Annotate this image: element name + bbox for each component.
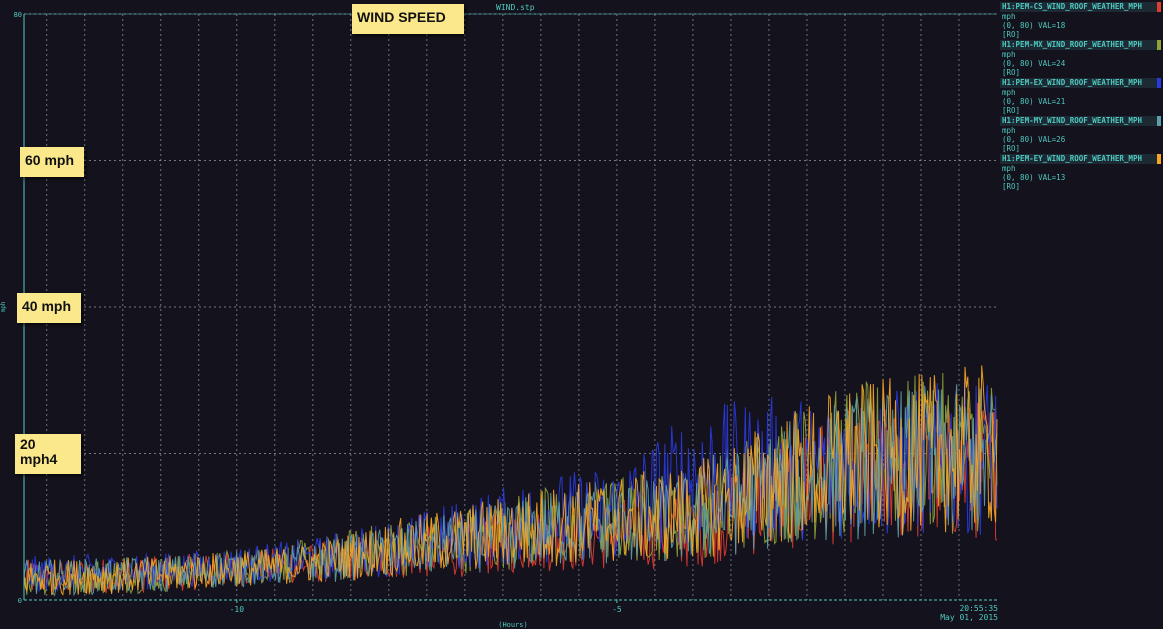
legend-range-value: (0, 80) VAL=26: [1002, 135, 1066, 144]
legend-range-value: (0, 80) VAL=18: [1002, 21, 1066, 30]
legend-item[interactable]: H1:PEM-CS_WIND_ROOF_WEATHER_MPH mph (0, 80…: [1000, 2, 1161, 39]
x-tick-label: -5: [612, 605, 622, 614]
sticky-note-40-mph: 40 mph: [17, 293, 81, 323]
sticky-note-title: WIND SPEED: [352, 4, 464, 34]
legend-range-value: (0, 80) VAL=24: [1002, 59, 1066, 68]
legend-units: mph: [1002, 126, 1016, 135]
legend-item[interactable]: H1:PEM-EY_WIND_ROOF_WEATHER_MPH mph (0, 80…: [1000, 154, 1161, 191]
x-tick-label: -10: [230, 605, 245, 614]
chart-window: 0 80 -10 -5 (Hours) mph WIND.stp 20:55:35 May…: [0, 0, 1163, 629]
y-tick-label: 80: [14, 11, 22, 19]
legend-range-value: (0, 80) VAL=13: [1002, 173, 1066, 182]
legend-flag: [RO]: [1002, 144, 1021, 153]
sticky-note-title-text: WIND SPEED: [357, 9, 446, 25]
sticky-note-20-mph: 20 mph4: [15, 434, 81, 474]
sticky-note-20-mph-text: 20 mph4: [20, 436, 58, 467]
legend-channel-name: H1:PEM-EX_WIND_ROOF_WEATHER_MPH: [1000, 78, 1161, 88]
x-axis-label: (Hours): [498, 621, 528, 629]
channel-legend: H1:PEM-CS_WIND_ROOF_WEATHER_MPH mph (0, 80…: [1000, 2, 1161, 192]
time-readout-date: May 01, 2015: [940, 613, 998, 622]
time-readout: 20:55:35 May 01, 2015: [930, 604, 998, 622]
legend-flag: [RO]: [1002, 106, 1021, 115]
time-readout-time: 20:55:35: [959, 604, 998, 613]
sticky-note-60-mph: 60 mph: [20, 147, 84, 177]
legend-item[interactable]: H1:PEM-EX_WIND_ROOF_WEATHER_MPH mph (0, 80…: [1000, 78, 1161, 115]
legend-units: mph: [1002, 12, 1016, 21]
sticky-note-60-mph-text: 60 mph: [25, 152, 75, 168]
legend-channel-name: H1:PEM-CS_WIND_ROOF_WEATHER_MPH: [1000, 2, 1161, 12]
wind-speed-chart: 0 80 -10 -5 (Hours) mph: [0, 11, 998, 629]
legend-item[interactable]: H1:PEM-MY_WIND_ROOF_WEATHER_MPH mph (0, 80…: [1000, 116, 1161, 153]
legend-channel-name: H1:PEM-MX_WIND_ROOF_WEATHER_MPH: [1000, 40, 1161, 50]
legend-flag: [RO]: [1002, 30, 1021, 39]
legend-flag: [RO]: [1002, 68, 1021, 77]
sticky-note-40-mph-text: 40 mph: [22, 298, 72, 314]
y-axis-label: mph: [0, 301, 7, 312]
legend-units: mph: [1002, 88, 1016, 97]
window-title: WIND.stp: [496, 3, 535, 12]
y-tick-label: 0: [18, 597, 22, 605]
legend-units: mph: [1002, 50, 1016, 59]
legend-channel-name: H1:PEM-MY_WIND_ROOF_WEATHER_MPH: [1000, 116, 1161, 126]
legend-flag: [RO]: [1002, 182, 1021, 191]
legend-range-value: (0, 80) VAL=21: [1002, 97, 1066, 106]
legend-item[interactable]: H1:PEM-MX_WIND_ROOF_WEATHER_MPH mph (0, 80…: [1000, 40, 1161, 77]
legend-channel-name: H1:PEM-EY_WIND_ROOF_WEATHER_MPH: [1000, 154, 1161, 164]
legend-units: mph: [1002, 164, 1016, 173]
